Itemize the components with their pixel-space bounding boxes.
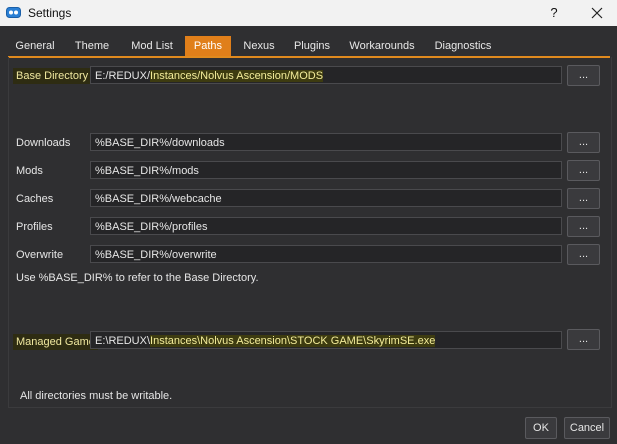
mods-label: Mods <box>16 165 43 177</box>
base-directory-browse-button[interactable]: ... <box>567 65 600 86</box>
writable-note: All directories must be writable. <box>20 390 173 402</box>
downloads-field[interactable]: %BASE_DIR%/downloads <box>90 133 562 151</box>
profiles-field[interactable]: %BASE_DIR%/profiles <box>90 217 562 235</box>
tab-paths[interactable]: Paths <box>185 36 231 56</box>
downloads-browse-button[interactable]: ... <box>567 132 600 153</box>
tab-plugins[interactable]: Plugins <box>289 36 335 56</box>
title-bar: Settings ? <box>0 0 617 26</box>
managed-game-prefix: E:\REDUX\ <box>95 335 151 347</box>
tab-diagnostics[interactable]: Diagnostics <box>429 36 497 56</box>
managed-game-label: Managed Game <box>13 334 98 350</box>
window-title: Settings <box>28 6 72 20</box>
mo2-icon <box>6 7 21 18</box>
tab-general[interactable]: General <box>10 36 60 56</box>
base-dir-hint: Use %BASE_DIR% to refer to the Base Dire… <box>16 272 259 284</box>
base-directory-highlight: Instances/Nolvus Ascension/MODS <box>150 70 324 82</box>
ok-button[interactable]: OK <box>525 417 557 439</box>
managed-game-browse-button[interactable]: ... <box>567 329 600 350</box>
base-directory-label: Base Directory <box>13 68 92 84</box>
tab-mod-list[interactable]: Mod List <box>124 36 180 56</box>
help-button[interactable]: ? <box>547 5 561 21</box>
managed-game-highlight: Instances\Nolvus Ascension\STOCK GAME\Sk… <box>150 335 436 347</box>
caches-label: Caches <box>16 193 54 205</box>
tab-theme[interactable]: Theme <box>70 36 114 56</box>
mods-browse-button[interactable]: ... <box>567 160 600 181</box>
cancel-button[interactable]: Cancel <box>564 417 610 439</box>
caches-browse-button[interactable]: ... <box>567 188 600 209</box>
profiles-browse-button[interactable]: ... <box>567 216 600 237</box>
base-directory-field[interactable]: E:/REDUX/Instances/Nolvus Ascension/MODS <box>90 66 562 84</box>
tab-bar: General Theme Mod List Paths Nexus Plugi… <box>8 36 610 58</box>
downloads-label: Downloads <box>16 137 71 149</box>
managed-game-field[interactable]: E:\REDUX\Instances\Nolvus Ascension\STOC… <box>90 331 562 349</box>
tab-nexus[interactable]: Nexus <box>237 36 281 56</box>
overwrite-label: Overwrite <box>16 249 64 261</box>
mods-field[interactable]: %BASE_DIR%/mods <box>90 161 562 179</box>
overwrite-browse-button[interactable]: ... <box>567 244 600 265</box>
base-directory-prefix: E:/REDUX/ <box>95 70 151 82</box>
close-icon[interactable] <box>587 3 607 23</box>
profiles-label: Profiles <box>16 221 53 233</box>
tab-workarounds[interactable]: Workarounds <box>345 36 419 56</box>
caches-field[interactable]: %BASE_DIR%/webcache <box>90 189 562 207</box>
overwrite-field[interactable]: %BASE_DIR%/overwrite <box>90 245 562 263</box>
